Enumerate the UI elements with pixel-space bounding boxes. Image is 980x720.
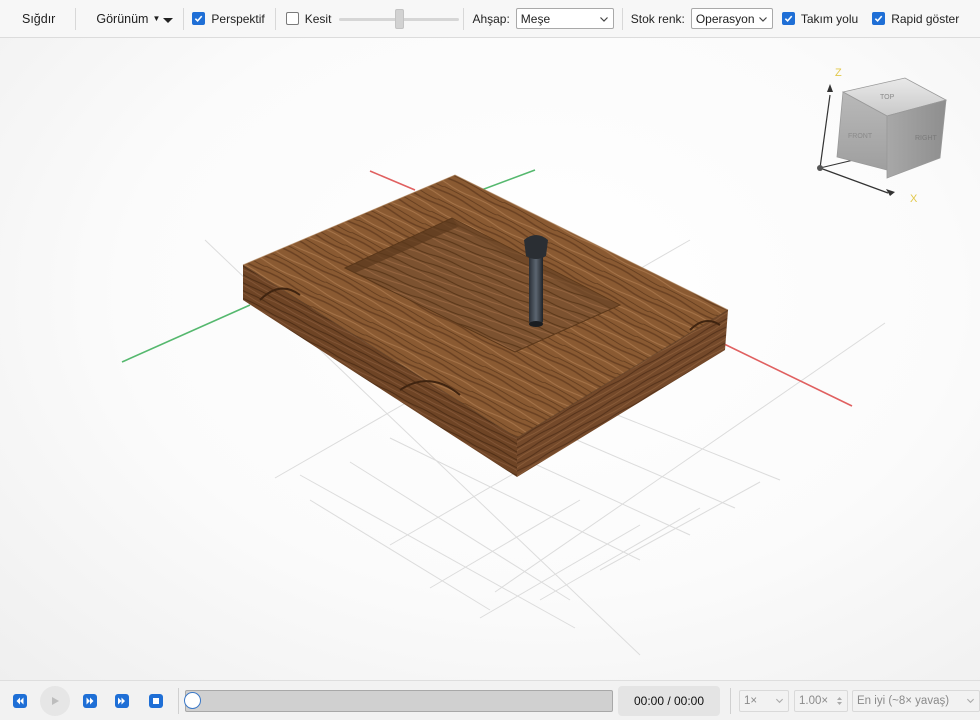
speed-multiplier-spinner[interactable]: 1.00× <box>794 689 848 712</box>
section-checkbox[interactable]: Kesit <box>276 0 338 38</box>
fit-button[interactable]: Sığdır <box>0 0 75 38</box>
bottom-divider <box>178 687 179 714</box>
bottom-divider <box>730 687 731 714</box>
cube-face-right[interactable]: RIGHT <box>915 135 938 142</box>
perspective-label: Perspektif <box>211 11 265 26</box>
chevron-down-icon <box>758 16 767 22</box>
time-display: 00:00 / 00:00 <box>618 685 720 716</box>
playback-bar: 00:00 / 00:00 1× 1.00× En iyi (~8× yavaş… <box>0 680 980 720</box>
check-icon <box>781 12 795 25</box>
toolpath-checkbox[interactable]: Takım yolu <box>773 0 864 38</box>
stock-color-value: Operasyon <box>695 11 755 26</box>
toolpath-label: Takım yolu <box>800 11 859 26</box>
section-label: Kesit <box>304 11 332 26</box>
view-menu-button[interactable]: Görünüm ▼ <box>76 0 183 38</box>
axis-x-label: X <box>910 193 918 205</box>
checkbox-empty-icon <box>285 12 299 25</box>
check-icon <box>872 12 886 25</box>
rapid-label: Rapid göster <box>891 11 960 26</box>
timeline-scrubber[interactable] <box>184 689 613 712</box>
wood-stock <box>242 174 729 477</box>
play-button[interactable] <box>40 685 70 716</box>
top-toolbar: Sığdır Görünüm ▼ Perspektif Kesit Ahşap:… <box>0 0 980 38</box>
view-menu-label: Görünüm <box>96 11 149 26</box>
wood-select-value: Meşe <box>520 11 551 26</box>
slider-handle[interactable] <box>395 8 405 29</box>
speed-select[interactable]: 1× <box>739 689 789 712</box>
step-forward-icon <box>83 693 97 708</box>
chevron-down-icon <box>599 16 608 22</box>
3d-viewport[interactable]: TOP FRONT RIGHT Z X <box>0 38 980 680</box>
quality-select[interactable]: En iyi (~8× yavaş) <box>852 689 980 712</box>
skip-to-end-button[interactable] <box>112 691 132 711</box>
scene-canvas: TOP FRONT RIGHT Z X <box>121 67 948 656</box>
perspective-checkbox[interactable]: Perspektif <box>184 0 270 38</box>
wood-label: Ahşap: <box>472 11 510 26</box>
stock-color-select[interactable]: Operasyon <box>690 8 773 29</box>
axis-z-label: Z <box>835 67 842 79</box>
stock-color-label: Stok renk: <box>630 11 685 26</box>
x-axis-line <box>719 341 853 407</box>
section-slider[interactable] <box>339 8 460 29</box>
dropdown-arrow-icon <box>163 18 174 23</box>
view-cube[interactable]: TOP FRONT RIGHT Z X <box>817 67 948 205</box>
chevron-down-icon <box>966 698 975 704</box>
step-forward-button[interactable] <box>80 691 100 711</box>
play-icon <box>52 696 59 705</box>
cube-face-front[interactable]: FRONT <box>848 133 873 140</box>
rewind-to-start-button[interactable] <box>10 691 30 711</box>
skip-back-icon <box>13 693 27 708</box>
x-axis-line <box>369 170 416 191</box>
check-icon <box>192 12 206 25</box>
timeline-handle[interactable] <box>184 691 201 709</box>
stop-icon <box>149 693 163 708</box>
speed-value: 1× <box>744 694 758 707</box>
speed-multiplier-value: 1.00× <box>799 694 829 707</box>
wood-select[interactable]: Meşe <box>515 8 614 29</box>
fast-forward-icon <box>115 693 129 708</box>
spinner-arrows-icon <box>837 696 842 705</box>
cube-face-top[interactable]: TOP <box>880 94 895 101</box>
chevron-down-icon <box>775 698 784 704</box>
y-axis-line <box>121 304 251 363</box>
chevron-down-icon: ▼ <box>152 14 161 23</box>
quality-value: En iyi (~8× yavaş) <box>857 694 950 707</box>
rapid-checkbox[interactable]: Rapid göster <box>864 0 965 38</box>
stop-button[interactable] <box>146 691 166 711</box>
